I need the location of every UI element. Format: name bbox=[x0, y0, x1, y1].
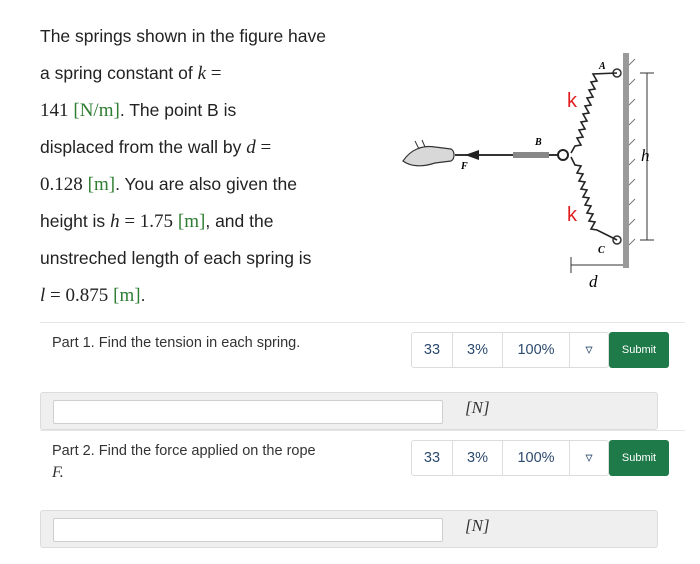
label-A: A bbox=[598, 61, 606, 72]
spring-top bbox=[570, 72, 618, 154]
part-2-stats: 33 3% 100% ▿ bbox=[411, 440, 609, 476]
problem-line-7: unstreched length of each spring is bbox=[40, 248, 312, 268]
label-k-bottom: k bbox=[567, 204, 578, 226]
problem-line-8: l = 0.875 [m]. bbox=[40, 285, 146, 306]
problem-line-2: a spring constant of k = bbox=[40, 63, 222, 84]
part-1-percent: 3% bbox=[453, 333, 503, 367]
part-1-answer-box: [N] bbox=[40, 392, 658, 430]
part-1-submit-button[interactable]: Submit bbox=[609, 332, 669, 368]
hand-icon bbox=[402, 139, 455, 167]
part-2-answer-input[interactable] bbox=[53, 518, 443, 542]
spring-bottom bbox=[570, 156, 618, 241]
part-1-score: 100% bbox=[503, 333, 570, 367]
problem-line-4: displaced from the wall by d = bbox=[40, 137, 272, 158]
wall bbox=[623, 53, 629, 268]
problem-line-6: height is h = 1.75 [m], and the bbox=[40, 211, 274, 232]
problem-line-5: 0.128 [m]. You are also given the bbox=[40, 174, 298, 195]
label-k-top: k bbox=[567, 90, 578, 112]
part-2-label-block: Part 2. Find the force applied on the ro… bbox=[52, 440, 316, 484]
part-1-stats: 33 3% 100% ▿ bbox=[411, 332, 609, 368]
part-1-label: Part 1. Find the tension in each spring. bbox=[52, 335, 301, 351]
label-d: d bbox=[589, 272, 598, 291]
part-2-attempts: 33 bbox=[412, 441, 453, 475]
problem-statement: The springs shown in the figure have a s… bbox=[40, 18, 370, 314]
part-1-unit: [N] bbox=[465, 398, 490, 417]
label-B: B bbox=[534, 137, 542, 148]
part-2-percent: 3% bbox=[453, 441, 503, 475]
problem-line-1: The springs shown in the figure have bbox=[40, 26, 326, 46]
force-arrowhead bbox=[465, 150, 479, 160]
part-1-dropdown-icon[interactable]: ▿ bbox=[570, 333, 608, 367]
part-2-score: 100% bbox=[503, 441, 570, 475]
label-F: F bbox=[460, 161, 468, 172]
part-2-label-sym: F. bbox=[52, 464, 64, 481]
part-2-unit: [N] bbox=[465, 516, 490, 535]
wall-hatching bbox=[628, 58, 636, 246]
label-C: C bbox=[598, 245, 605, 256]
ring-B bbox=[557, 149, 569, 161]
part-1-row: Part 1. Find the tension in each spring.… bbox=[40, 322, 685, 375]
part-2-dropdown-icon[interactable]: ▿ bbox=[570, 441, 608, 475]
rope-segment bbox=[513, 152, 549, 158]
part-2-row: Part 2. Find the force applied on the ro… bbox=[40, 430, 685, 491]
part-1-answer-input[interactable] bbox=[53, 400, 443, 424]
problem-line-3: 141 [N/m]. The point B is bbox=[40, 100, 237, 121]
label-h-text: h bbox=[641, 146, 650, 165]
part-2-submit-button[interactable]: Submit bbox=[609, 440, 669, 476]
spring-figure: A C k k B F h h d bbox=[402, 53, 654, 291]
part-1-attempts: 33 bbox=[412, 333, 453, 367]
part-2-label: Part 2. Find the force applied on the ro… bbox=[52, 443, 316, 459]
part-2-answer-box: [N] bbox=[40, 510, 658, 548]
